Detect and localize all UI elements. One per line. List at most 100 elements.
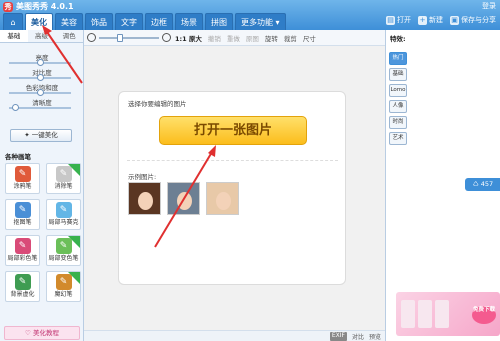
tab-collage[interactable]: 拼图 xyxy=(205,13,233,30)
beautify-tutorial-link[interactable]: ♡ 美化教程 xyxy=(4,326,80,340)
effects-title: 特效: xyxy=(390,35,406,43)
share-count: 457 xyxy=(480,180,494,188)
cutout-pen-icon: ✎ xyxy=(14,202,31,218)
pen-label: 消除笔 xyxy=(54,183,73,190)
mosaic-pen-icon: ✎ xyxy=(55,202,72,218)
effects-category-basic[interactable]: 基础 xyxy=(389,68,407,81)
title-bar: 秀 美图秀秀 4.0.1 登录 ⌂ 美化 美容 饰品 文字 边框 场景 拼图 更… xyxy=(0,0,500,30)
canvas-toolbar: 1:1 原大 撤销 重做 原图 旋转 裁剪 尺寸 xyxy=(84,30,385,46)
tab-frame[interactable]: 边框 xyxy=(145,13,173,30)
status-bar: EXIF 对比 预览 xyxy=(84,330,385,341)
color-pen-icon: ✎ xyxy=(14,238,31,254)
effects-category-hot[interactable]: 热门 xyxy=(389,52,407,65)
blur-background-button[interactable]: ✎ 背景虚化 xyxy=(5,271,40,302)
new-button[interactable]: + 新建 xyxy=(418,15,443,25)
tab-beauty[interactable]: 美容 xyxy=(55,13,83,30)
zoom-out-icon[interactable] xyxy=(87,33,96,42)
new-badge xyxy=(68,236,80,248)
tab-beautify[interactable]: 美化 xyxy=(25,13,53,30)
one-key-beautify-button[interactable]: ✦ 一键美化 xyxy=(10,129,72,142)
zoom-slider-handle[interactable] xyxy=(117,33,123,42)
pens-title: 各种画笔 xyxy=(5,153,31,161)
tab-home[interactable]: ⌂ xyxy=(3,13,23,30)
new-label: 新建 xyxy=(429,16,443,24)
zoom-in-icon[interactable] xyxy=(162,33,171,42)
canvas-area: 选择你要编辑的图片 打开一张图片 示例图片: xyxy=(84,46,385,330)
pen-grid: ✎ 涂鸦笔 ✎ 消除笔 ✎ 抠图笔 ✎ 局部马赛克 ✎ 局部彩色笔 ✎ 局部变色… xyxy=(5,163,81,302)
open-button[interactable]: ▤ 打开 xyxy=(386,15,411,25)
save-share-label: 保存与分享 xyxy=(461,16,496,24)
doodle-pen-button[interactable]: ✎ 涂鸦笔 xyxy=(5,163,40,194)
promo-images xyxy=(401,300,449,328)
share-count-badge[interactable]: ♺ 457 xyxy=(465,178,500,191)
effects-category-portrait[interactable]: 人像 xyxy=(389,100,407,113)
app-title: 美图秀秀 4.0.1 xyxy=(16,2,74,11)
folder-icon: ▤ xyxy=(386,15,395,25)
open-image-button[interactable]: 打开一张图片 xyxy=(159,116,307,145)
open-label: 打开 xyxy=(397,16,411,24)
slider-handle[interactable] xyxy=(11,104,19,111)
portrait-face xyxy=(177,192,192,210)
contrast-slider[interactable]: 对比度 xyxy=(0,67,84,82)
recolor-pen-button[interactable]: ✎ 局部变色笔 xyxy=(46,235,81,266)
tutorial-label: 美化教程 xyxy=(32,329,59,337)
restore-original-button[interactable]: 原图 xyxy=(246,33,259,43)
crop-button[interactable]: 裁剪 xyxy=(284,33,297,43)
preview-button[interactable]: 预览 xyxy=(369,332,381,341)
example-image-thumbnail[interactable] xyxy=(167,182,200,215)
rotate-button[interactable]: 旋转 xyxy=(265,33,278,43)
magic-wand-icon: ✦ xyxy=(24,131,32,139)
subtab-advanced[interactable]: 高级 xyxy=(28,30,56,42)
open-image-card: 选择你要编辑的图片 打开一张图片 示例图片: xyxy=(118,91,346,285)
slider-group: 亮度 对比度 色彩饱和度 清晰度 xyxy=(0,52,84,112)
pen-label: 魔幻笔 xyxy=(54,291,73,298)
save-icon: ▣ xyxy=(450,15,459,25)
zoom-slider[interactable] xyxy=(99,33,159,42)
home-icon: ⌂ xyxy=(10,18,16,27)
slider-handle[interactable] xyxy=(36,89,44,96)
slider-handle[interactable] xyxy=(36,74,44,81)
subtab-basic[interactable]: 基础 xyxy=(0,30,28,42)
exif-button[interactable]: EXIF xyxy=(329,332,347,341)
login-link[interactable]: 登录 xyxy=(482,1,496,11)
tab-text[interactable]: 文字 xyxy=(115,13,143,30)
tab-more-features[interactable]: 更多功能 ▾ xyxy=(235,13,286,30)
example-image-thumbnail[interactable] xyxy=(206,182,239,215)
plus-icon: + xyxy=(418,15,427,25)
portrait-face xyxy=(138,192,153,210)
free-download-badge: 免费下载 xyxy=(472,306,496,324)
effects-category-lomo[interactable]: Lomo xyxy=(389,84,407,97)
top-actions: ▤ 打开 + 新建 ▣ 保存与分享 xyxy=(386,13,496,27)
eraser-pen-button[interactable]: ✎ 消除笔 xyxy=(46,163,81,194)
example-image-thumbnail[interactable] xyxy=(128,182,161,215)
magic-pen-button[interactable]: ✎ 魔幻笔 xyxy=(46,271,81,302)
saturation-slider[interactable]: 色彩饱和度 xyxy=(0,82,84,97)
effects-categories: 热门 基础 Lomo 人像 时尚 艺术 xyxy=(389,52,407,145)
actual-size-button[interactable]: 1:1 原大 xyxy=(175,33,202,43)
main-tabs: ⌂ 美化 美容 饰品 文字 边框 场景 拼图 更多功能 ▾ xyxy=(3,13,286,30)
mosaic-pen-button[interactable]: ✎ 局部马赛克 xyxy=(46,199,81,230)
save-share-button[interactable]: ▣ 保存与分享 xyxy=(450,15,496,25)
compare-button[interactable]: 对比 xyxy=(352,332,364,341)
color-pen-button[interactable]: ✎ 局部彩色笔 xyxy=(5,235,40,266)
divider xyxy=(127,160,338,161)
pen-label: 涂鸦笔 xyxy=(13,183,32,190)
redo-button[interactable]: 重做 xyxy=(227,33,240,43)
example-thumbnails xyxy=(128,182,239,215)
resize-button[interactable]: 尺寸 xyxy=(303,33,316,43)
one-key-label: 一键美化 xyxy=(31,131,58,139)
status-items: EXIF 对比 预览 xyxy=(329,332,381,341)
sharpness-slider[interactable]: 清晰度 xyxy=(0,97,84,112)
cutout-pen-button[interactable]: ✎ 抠图笔 xyxy=(5,199,40,230)
slider-handle[interactable] xyxy=(36,59,44,66)
tab-accessories[interactable]: 饰品 xyxy=(85,13,113,30)
tab-scene[interactable]: 场景 xyxy=(175,13,203,30)
new-badge xyxy=(68,272,80,284)
subtab-color[interactable]: 调色 xyxy=(55,30,83,42)
promo-banner[interactable]: 免费下载 xyxy=(396,292,500,336)
effects-category-art[interactable]: 艺术 xyxy=(389,132,407,145)
undo-button[interactable]: 撤销 xyxy=(208,33,221,43)
effects-category-fashion[interactable]: 时尚 xyxy=(389,116,407,129)
doodle-pen-icon: ✎ xyxy=(14,166,31,182)
brightness-slider[interactable]: 亮度 xyxy=(0,52,84,67)
